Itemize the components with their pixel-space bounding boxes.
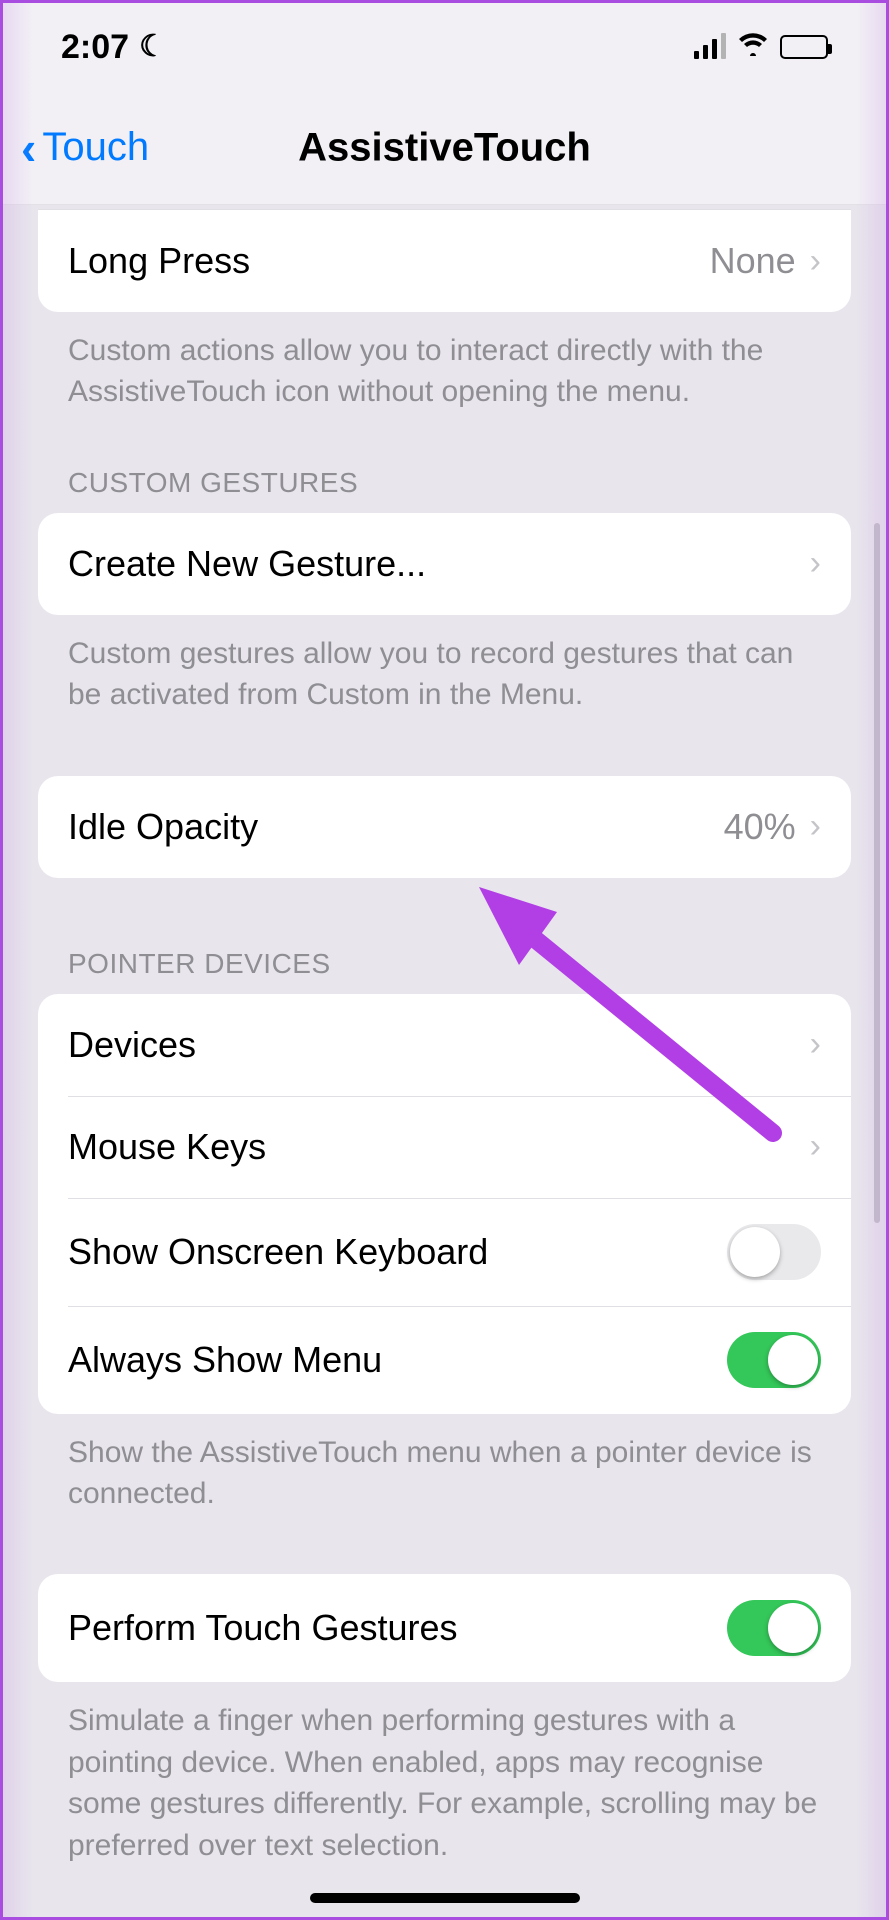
device-frame: 2:07 ☾ ‹ Touch AssistiveTouch Long Press… — [0, 0, 889, 1920]
chevron-right-icon: › — [810, 544, 821, 583]
touch-gestures-footer: Simulate a finger when performing gestur… — [38, 1682, 851, 1866]
custom-actions-footer: Custom actions allow you to interact dir… — [38, 312, 851, 413]
nav-bar: ‹ Touch AssistiveTouch — [3, 91, 886, 205]
devices-row[interactable]: Devices › — [38, 994, 851, 1096]
chevron-right-icon: › — [810, 1025, 821, 1064]
scroll-indicator — [874, 523, 880, 1223]
do-not-disturb-icon: ☾ — [139, 29, 166, 64]
cellular-icon — [694, 35, 726, 59]
chevron-right-icon: › — [810, 242, 821, 281]
devices-label: Devices — [68, 1024, 196, 1066]
always-show-menu-row[interactable]: Always Show Menu — [38, 1306, 851, 1414]
show-onscreen-keyboard-label: Show Onscreen Keyboard — [68, 1231, 488, 1273]
chevron-right-icon: › — [810, 807, 821, 846]
battery-icon — [780, 35, 828, 59]
perform-touch-gestures-toggle[interactable] — [727, 1600, 821, 1656]
show-onscreen-keyboard-row[interactable]: Show Onscreen Keyboard — [38, 1198, 851, 1306]
custom-gestures-footer: Custom gestures allow you to record gest… — [38, 615, 851, 716]
chevron-right-icon: › — [810, 1127, 821, 1166]
custom-gestures-header: CUSTOM GESTURES — [38, 441, 851, 513]
long-press-value: None — [710, 240, 796, 282]
mouse-keys-row[interactable]: Mouse Keys › — [38, 1096, 851, 1198]
pointer-devices-footer: Show the AssistiveTouch menu when a poin… — [38, 1414, 851, 1515]
show-onscreen-keyboard-toggle[interactable] — [727, 1224, 821, 1280]
home-indicator[interactable] — [310, 1893, 580, 1903]
long-press-row[interactable]: Long Press None › — [38, 210, 851, 312]
pointer-devices-header: POINTER DEVICES — [38, 948, 851, 994]
idle-opacity-label: Idle Opacity — [68, 806, 258, 848]
page-title: AssistiveTouch — [3, 125, 886, 170]
settings-content: Long Press None › Custom actions allow y… — [3, 209, 886, 1896]
always-show-menu-toggle[interactable] — [727, 1332, 821, 1388]
status-time: 2:07 — [61, 28, 129, 67]
mouse-keys-label: Mouse Keys — [68, 1126, 266, 1168]
perform-touch-gestures-label: Perform Touch Gestures — [68, 1607, 458, 1649]
idle-opacity-row[interactable]: Idle Opacity 40% › — [38, 776, 851, 878]
long-press-label: Long Press — [68, 240, 250, 282]
create-new-gesture-row[interactable]: Create New Gesture... › — [38, 513, 851, 615]
idle-opacity-value: 40% — [724, 806, 796, 848]
create-new-gesture-label: Create New Gesture... — [68, 543, 426, 585]
perform-touch-gestures-row[interactable]: Perform Touch Gestures — [38, 1574, 851, 1682]
always-show-menu-label: Always Show Menu — [68, 1339, 382, 1381]
wifi-icon — [738, 31, 768, 63]
status-bar: 2:07 ☾ — [3, 3, 886, 91]
